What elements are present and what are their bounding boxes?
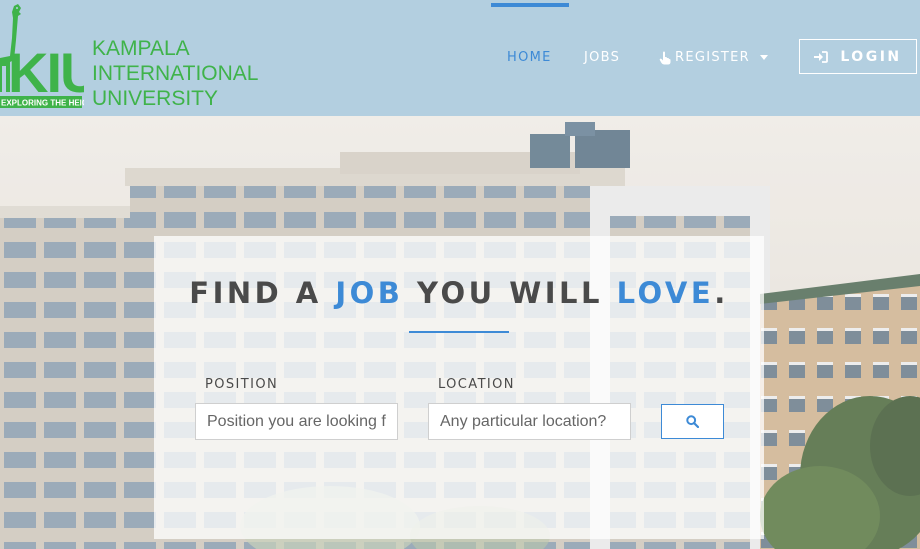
headline-accent-job: JOB <box>335 276 404 310</box>
headline-part-1: FIND A <box>189 276 336 310</box>
nav-register-label: REGISTER <box>675 50 750 65</box>
chevron-down-icon <box>760 55 768 60</box>
job-search-panel: FIND A JOB YOU WILL LOVE. POSITION LOCAT… <box>154 236 764 539</box>
hand-pointer-icon <box>659 51 671 64</box>
nav-home-link[interactable]: HOME <box>507 50 552 65</box>
university-name-line-3: UNIVERSITY <box>92 87 219 110</box>
university-name-line-1: KAMPALA <box>92 37 190 60</box>
site-header: KIU EXPLORING THE HEIGHTS KAMPALA INTERN… <box>0 0 920 116</box>
university-name-line-2: INTERNATIONAL <box>92 62 259 85</box>
location-input[interactable] <box>428 403 631 440</box>
position-label: POSITION <box>205 377 279 392</box>
hero-headline: FIND A JOB YOU WILL LOVE. <box>154 276 764 310</box>
kiu-logo[interactable]: KIU EXPLORING THE HEIGHTS <box>0 0 84 112</box>
search-icon <box>686 415 699 428</box>
svg-text:EXPLORING THE HEIGHTS: EXPLORING THE HEIGHTS <box>1 99 84 108</box>
login-button[interactable]: LOGIN <box>799 39 917 74</box>
sign-in-icon <box>814 50 829 63</box>
headline-divider <box>409 331 509 333</box>
headline-part-3: YOU WILL <box>403 276 617 310</box>
login-label: LOGIN <box>840 48 902 65</box>
position-input[interactable] <box>195 403 398 440</box>
location-label: LOCATION <box>438 377 515 392</box>
nav-jobs-link[interactable]: JOBS <box>584 50 620 65</box>
headline-accent-love: LOVE <box>616 276 715 310</box>
svg-text:KIU: KIU <box>8 41 84 104</box>
active-nav-indicator <box>491 3 569 7</box>
university-name[interactable]: KAMPALA INTERNATIONAL UNIVERSITY <box>92 36 258 111</box>
nav-register-dropdown[interactable]: REGISTER <box>659 50 768 65</box>
search-button[interactable] <box>661 404 724 439</box>
headline-period: . <box>714 276 729 310</box>
